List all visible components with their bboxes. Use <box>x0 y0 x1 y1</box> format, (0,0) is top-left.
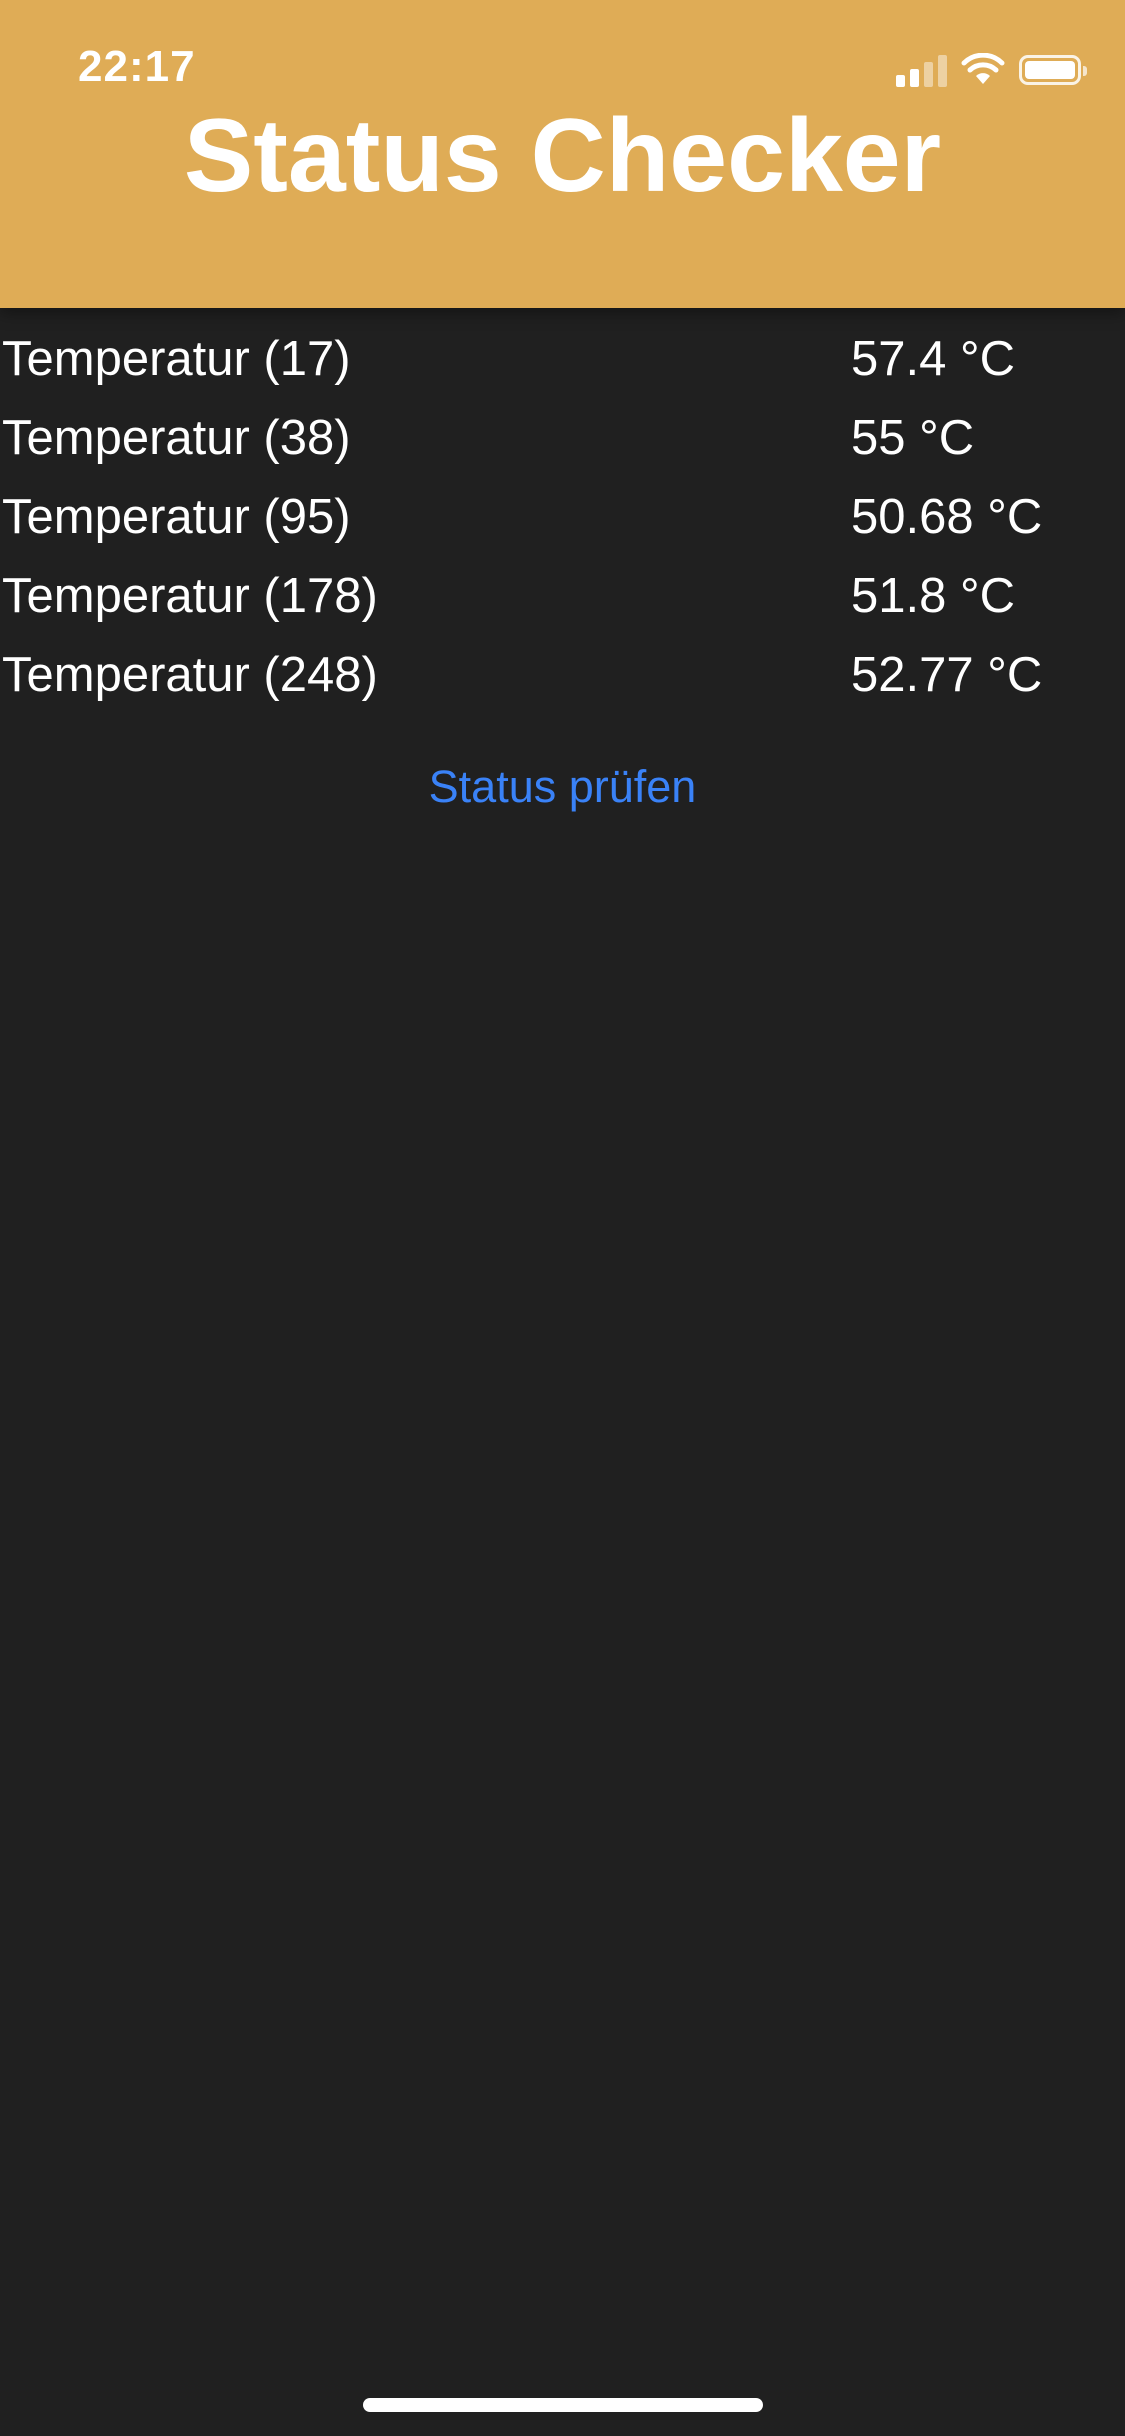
home-indicator[interactable] <box>363 2398 763 2412</box>
reading-value: 50.68 °C <box>851 490 1043 544</box>
reading-value: 57.4 °C <box>851 332 1015 386</box>
reading-label: Temperatur (178) <box>2 569 378 623</box>
list-item: Temperatur (248) 52.77 °C <box>0 636 1125 715</box>
reading-value: 52.77 °C <box>851 648 1043 702</box>
list-item: Temperatur (17) 57.4 °C <box>0 320 1125 399</box>
list-item: Temperatur (95) 50.68 °C <box>0 478 1125 557</box>
cellular-signal-icon <box>896 53 947 87</box>
reading-label: Temperatur (38) <box>2 411 351 465</box>
status-bar-icons <box>896 50 1087 90</box>
readings-list: Temperatur (17) 57.4 °C Temperatur (38) … <box>0 320 1125 715</box>
page-title: Status Checker <box>183 98 942 214</box>
battery-icon <box>1019 55 1087 85</box>
reading-label: Temperatur (248) <box>2 648 378 702</box>
reading-value: 55 °C <box>851 411 975 465</box>
reading-value: 51.8 °C <box>851 569 1015 623</box>
header-bar: 22:17 Status Checker <box>0 0 1125 308</box>
list-item: Temperatur (178) 51.8 °C <box>0 557 1125 636</box>
list-item: Temperatur (38) 55 °C <box>0 399 1125 478</box>
reading-label: Temperatur (17) <box>2 332 351 386</box>
reading-label: Temperatur (95) <box>2 490 351 544</box>
wifi-icon <box>961 53 1005 84</box>
status-bar-time: 22:17 <box>78 42 196 91</box>
check-status-button[interactable]: Status prüfen <box>0 752 1125 822</box>
